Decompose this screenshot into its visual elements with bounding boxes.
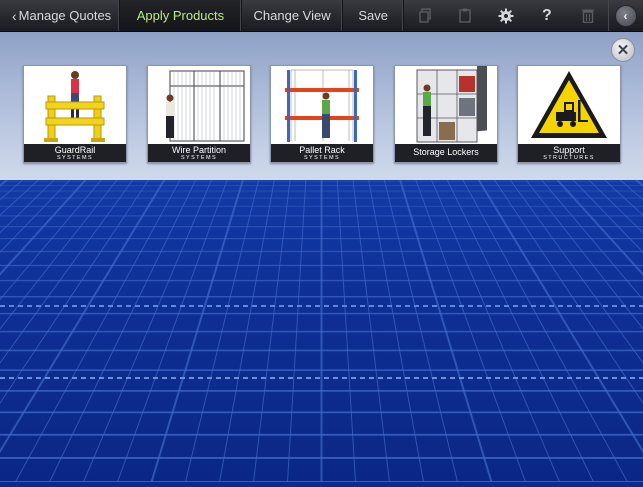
manage-quotes-button[interactable]: ‹ Manage Quotes [0, 0, 120, 31]
back-circle-icon: ‹ [614, 4, 637, 27]
guardrail-image [24, 66, 126, 144]
trash-icon [582, 9, 594, 23]
change-view-label: Change View [253, 8, 331, 23]
apply-products-button[interactable]: Apply Products [119, 0, 243, 31]
product-tray: ✕ GuardRail SYSTEMS Wire Partition SYSTE… [0, 32, 643, 180]
help-icon: ? [542, 6, 552, 24]
product-subtitle: STRUCTURES [543, 155, 595, 161]
paste-button[interactable] [445, 0, 486, 31]
product-caption: Support STRUCTURES [518, 144, 620, 162]
product-card-storage-lockers[interactable]: Storage Lockers [394, 65, 498, 163]
product-caption: Wire Partition SYSTEMS [148, 144, 250, 162]
close-tray-button[interactable]: ✕ [611, 38, 635, 62]
product-card-support-structures[interactable]: Support STRUCTURES [517, 65, 621, 163]
product-name: Pallet Rack [299, 145, 345, 155]
settings-button[interactable] [486, 0, 527, 31]
product-card-guardrail[interactable]: GuardRail SYSTEMS [23, 65, 127, 163]
product-subtitle: SYSTEMS [56, 155, 94, 161]
product-subtitle: SYSTEMS [180, 155, 218, 161]
top-toolbar: ‹ Manage Quotes Apply Products Change Vi… [0, 0, 643, 32]
product-name: Storage Lockers [413, 147, 479, 157]
support-structures-image [518, 66, 620, 144]
clipboard-icon [459, 8, 472, 23]
save-button[interactable]: Save [343, 0, 405, 31]
product-caption: Pallet Rack SYSTEMS [271, 144, 373, 162]
product-caption: GuardRail SYSTEMS [24, 144, 126, 162]
help-button[interactable]: ? [527, 0, 568, 31]
product-subtitle: SYSTEMS [303, 155, 341, 161]
copy-button[interactable] [404, 0, 445, 31]
manage-quotes-label: Manage Quotes [18, 8, 112, 23]
close-icon: ✕ [616, 42, 630, 59]
gear-icon [498, 8, 514, 23]
save-label: Save [358, 8, 388, 23]
wire-partition-image [148, 66, 250, 144]
change-view-button[interactable]: Change View [242, 0, 344, 31]
pallet-rack-image [271, 66, 373, 144]
product-name: Support [553, 145, 585, 155]
product-name: GuardRail [54, 145, 96, 155]
floor-grid-canvas[interactable] [0, 179, 643, 483]
product-caption: Storage Lockers [395, 144, 497, 162]
copy-icon [418, 8, 431, 23]
back-button[interactable]: ‹ [608, 0, 643, 31]
product-card-pallet-rack[interactable]: Pallet Rack SYSTEMS [270, 65, 374, 163]
delete-button[interactable] [567, 0, 608, 31]
product-name: Wire Partition [171, 145, 226, 155]
apply-products-label: Apply Products [136, 8, 225, 23]
storage-lockers-image [395, 66, 497, 144]
floor-grid [0, 179, 643, 483]
product-card-wire-partition[interactable]: Wire Partition SYSTEMS [147, 65, 251, 163]
chevron-left-icon: ‹ [12, 7, 17, 24]
